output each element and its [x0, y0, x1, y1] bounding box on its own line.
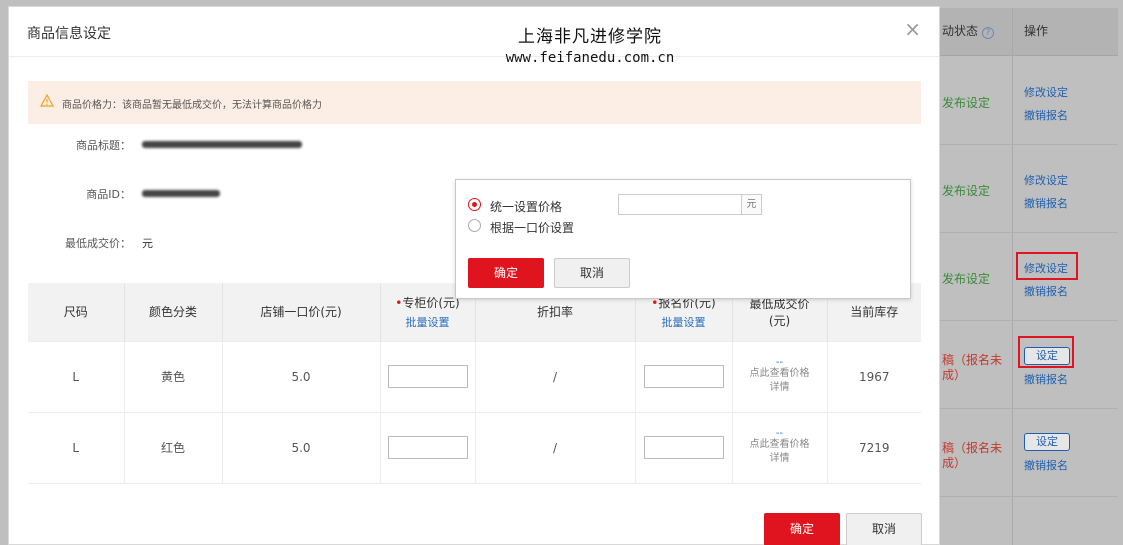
- product-id-value: [142, 187, 220, 200]
- counter-batch-link[interactable]: 批量设置: [381, 314, 475, 330]
- col-size: 尺码: [28, 283, 125, 341]
- bg-row-status: 成）: [942, 456, 967, 470]
- warning-banner: 商品价格力：该商品暂无最低成交价，无法计算商品价格力: [28, 81, 921, 124]
- close-icon[interactable]: ×: [904, 17, 921, 41]
- cell-size: L: [28, 411, 125, 484]
- table-row: L 黄色 5.0 / -- 点此查看价格 详情 1967: [28, 340, 921, 412]
- cell-stock: 1967: [827, 340, 921, 412]
- popup-cancel-button[interactable]: 取消: [554, 258, 630, 288]
- cell-counter-price: [380, 340, 476, 412]
- cancel-signup-link[interactable]: 撤销报名: [1024, 371, 1068, 387]
- modal-cancel-button[interactable]: 取消: [846, 513, 922, 545]
- cell-shop-price: 5.0: [222, 340, 381, 412]
- modify-settings-link[interactable]: 修改设定: [1024, 172, 1068, 188]
- bg-row-status: 发布设定: [942, 272, 991, 286]
- popup-confirm-button[interactable]: 确定: [468, 258, 544, 288]
- modify-settings-link[interactable]: 修改设定: [1024, 84, 1068, 100]
- set-button[interactable]: 设定: [1024, 433, 1070, 451]
- counter-price-input[interactable]: [387, 436, 468, 459]
- modal-title: 商品信息设定: [27, 26, 111, 42]
- signup-price-input[interactable]: [643, 436, 724, 459]
- by-base-price-radio[interactable]: [468, 219, 481, 232]
- watermark-cn: 上海非凡进修学院: [518, 27, 662, 47]
- cancel-signup-link[interactable]: 撤销报名: [1024, 457, 1068, 473]
- product-id-label: 商品ID：: [86, 188, 131, 201]
- help-icon: ?: [982, 27, 995, 39]
- min-price-value: 元: [142, 237, 153, 250]
- bg-row: 发布设定 修改设定 撤销报名: [938, 57, 1118, 145]
- signup-batch-link[interactable]: 批量设置: [636, 314, 732, 330]
- cell-color: 红色: [124, 411, 223, 484]
- bg-row-status: 发布设定: [942, 96, 991, 110]
- col-shop-price: 店铺一口价(元): [222, 283, 381, 341]
- uniform-price-input[interactable]: [618, 194, 742, 215]
- col-color: 颜色分类: [124, 283, 223, 341]
- cell-min-price: -- 点此查看价格 详情: [732, 340, 828, 412]
- counter-price-label: 专柜价(元): [402, 295, 460, 310]
- bg-row-status: 发布设定: [942, 184, 991, 198]
- cancel-signup-link[interactable]: 撤销报名: [1024, 283, 1068, 299]
- highlight-box: [1016, 252, 1078, 280]
- cancel-signup-link[interactable]: 撤销报名: [1024, 195, 1068, 211]
- product-settings-modal: 商品信息设定 × 商品价格力：该商品暂无最低成交价，无法计算商品价格力 商品标题…: [8, 6, 940, 545]
- cell-counter-price: [380, 411, 476, 484]
- counter-price-input[interactable]: [387, 365, 468, 388]
- price-detail-link[interactable]: -- 点此查看价格 详情: [733, 357, 827, 395]
- cell-color: 黄色: [124, 340, 223, 412]
- watermark-en: www.feifanedu.com.cn: [505, 50, 675, 66]
- product-title-label: 商品标题：: [76, 139, 131, 152]
- bg-op-header: 操作: [1024, 24, 1049, 38]
- bg-row: 发布设定 修改设定 撤销报名: [938, 145, 1118, 233]
- cell-shop-price: 5.0: [222, 411, 381, 484]
- cell-stock: 7219: [827, 411, 921, 484]
- cell-signup-price: [635, 340, 733, 412]
- highlight-box: [1018, 336, 1074, 368]
- warning-icon: [40, 94, 54, 107]
- warning-text: 商品价格力：该商品暂无最低成交价，无法计算商品价格力: [62, 100, 322, 111]
- batch-price-popup: 统一设置价格 根据一口价设置 元 确定 取消: [455, 179, 911, 299]
- cell-discount: /: [475, 411, 636, 484]
- cell-size: L: [28, 340, 125, 412]
- uniform-price-radio[interactable]: [468, 198, 481, 211]
- sku-table: 尺码 颜色分类 店铺一口价(元) •专柜价(元) 批量设置 折扣率 •报名价(元…: [28, 283, 921, 484]
- price-detail-link[interactable]: -- 点此查看价格 详情: [733, 428, 827, 466]
- cell-signup-price: [635, 411, 733, 484]
- min-price-label: 最低成交价：: [65, 237, 131, 250]
- product-title-value: [142, 138, 302, 151]
- watermark: 上海非凡进修学院 www.feifanedu.com.cn: [440, 22, 740, 66]
- uniform-price-label: 统一设置价格: [490, 200, 563, 214]
- price-unit: 元: [742, 194, 762, 215]
- table-row: L 红色 5.0 / -- 点此查看价格 详情 7219: [28, 411, 921, 484]
- modal-confirm-button[interactable]: 确定: [764, 513, 840, 545]
- cell-min-price: -- 点此查看价格 详情: [732, 411, 828, 484]
- by-base-price-label: 根据一口价设置: [490, 221, 575, 235]
- cell-discount: /: [475, 340, 636, 412]
- cancel-signup-link[interactable]: 撤销报名: [1024, 107, 1068, 123]
- bg-row: 稿（报名未 成） 设定 撤销报名: [938, 409, 1118, 497]
- bg-row-status: 成）: [942, 368, 967, 382]
- bg-status-header: 动状态?: [942, 22, 995, 39]
- signup-price-input[interactable]: [643, 365, 724, 388]
